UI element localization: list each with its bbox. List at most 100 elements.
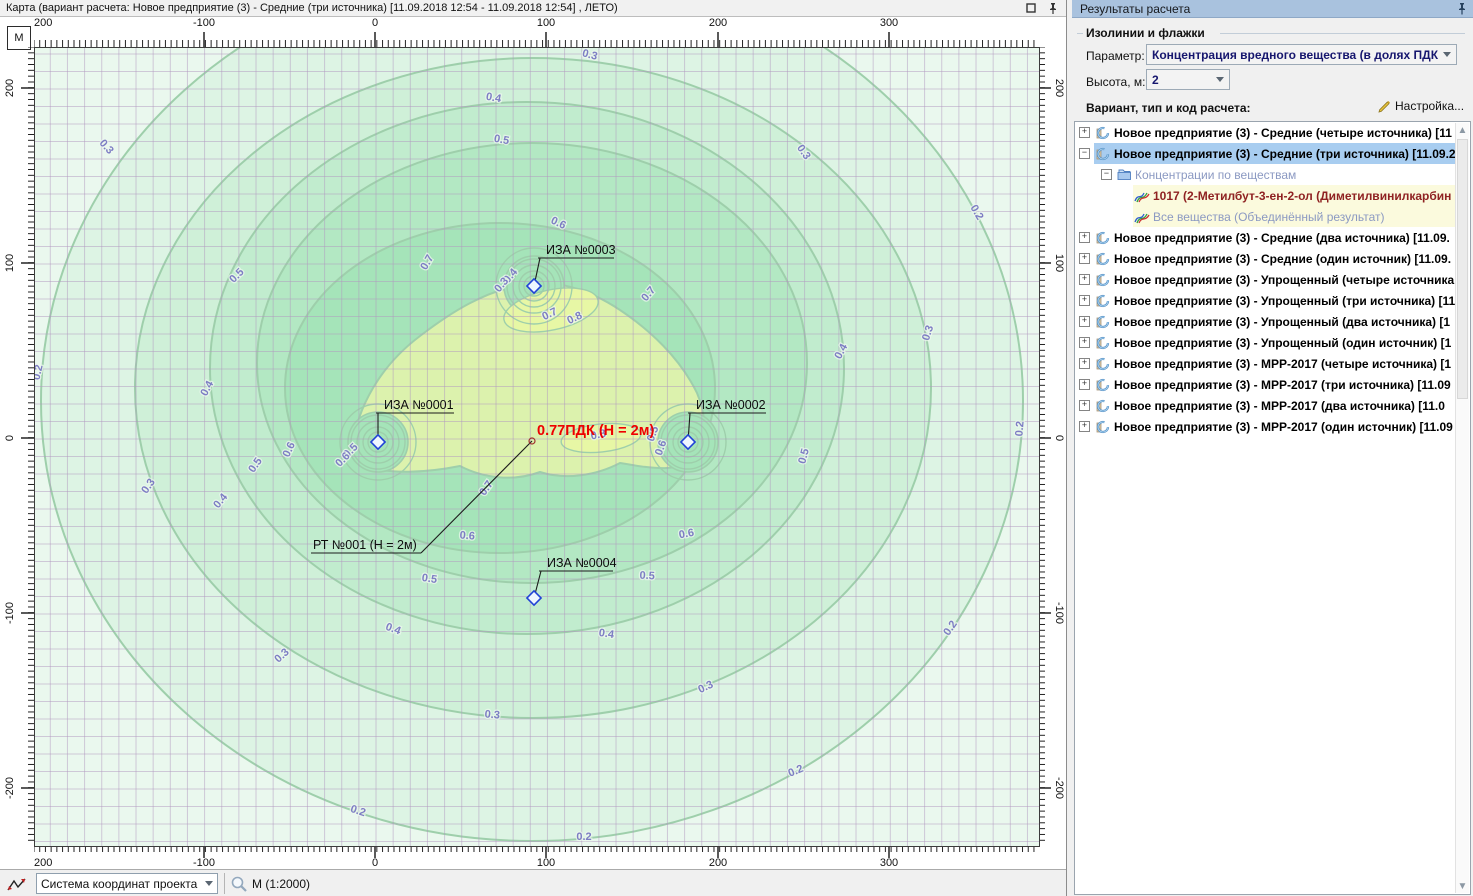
tree-item-band[interactable]: Новое предприятие (3) - Упрощенный (четы… [1094,269,1456,290]
y-tick-label: 100 [4,254,16,272]
tree-item-band[interactable]: Новое предприятие (3) - Средние (три ист… [1094,143,1456,164]
variant-icon [1095,272,1111,288]
tree-item-label: Новое предприятие (3) - Упрощенный (четы… [1114,273,1454,287]
variant-tree: + Новое предприятие (3) - Средние (четыре… [1074,121,1471,895]
tree-item-label: Новое предприятие (3) - Упрощенный (один… [1114,336,1451,350]
tree-item-band[interactable]: Новое предприятие (3) - Упрощенный (один… [1094,332,1456,353]
tree-item-band[interactable]: Новое предприятие (3) - Упрощенный (три … [1094,290,1456,311]
x-tick-label: 200 [34,17,52,29]
expand-icon[interactable]: + [1079,253,1090,264]
variant-icon [1095,230,1111,246]
results-panel-title: Результаты расчета [1080,2,1190,16]
x-tick-label: 200 [709,17,727,29]
svg-text:0.2: 0.2 [576,831,591,843]
map-canvas[interactable]: 0.30.20.30.40.40.50.60.50.40.30.50.60.70… [34,47,1040,847]
tree-item[interactable]: + Новое предприятие (3) - МРР-2017 (один … [1075,416,1470,437]
expand-icon[interactable]: + [1079,337,1090,348]
tree-item-label: Новое предприятие (3) - МРР-2017 (два ис… [1114,399,1445,413]
map-scale-label: М (1:2000) [252,877,310,891]
tree-item[interactable]: + Новое предприятие (3) - МРР-2017 (два и… [1075,395,1470,416]
y-tick-label: 0 [1053,435,1065,441]
x-tick-label: 0 [372,17,378,29]
tree-scrollbar[interactable]: ▲ ▼ [1455,123,1469,893]
tree-item[interactable]: + Новое предприятие (3) - МРР-2017 (три и… [1075,374,1470,395]
tree-item-band[interactable]: Новое предприятие (3) - Средние (два ист… [1094,227,1456,248]
variant-icon [1095,251,1111,267]
x-tick-label: 200 [34,857,52,869]
expand-icon[interactable]: + [1079,295,1090,306]
coord-system-select[interactable]: Система координат проекта [36,873,218,894]
expand-icon[interactable]: + [1079,232,1090,243]
tree-item-band[interactable]: Концентрации по веществам [1116,164,1456,185]
x-tick-label: 100 [537,17,555,29]
tree-item-band[interactable]: Новое предприятие (3) - Упрощенный (два … [1094,311,1456,332]
tree-item-band[interactable]: Новое предприятие (3) - МРР-2017 (один и… [1094,416,1456,437]
map-window-title: Карта (вариант расчета: Новое предприяти… [6,2,1016,14]
receptor-label: РТ №001 (Н = 2м) [313,538,417,552]
expand-icon[interactable]: + [1079,127,1090,138]
results-panel: Результаты расчета Изолинии и флажки Пар… [1072,0,1473,896]
panel-pin-icon[interactable] [1457,2,1467,18]
tree-item-band[interactable]: 1017 (2-Метилбут-3-ен-2-ол (Диметилвинил… [1133,185,1456,206]
scroll-thumb[interactable] [1457,139,1468,399]
max-concentration-flag: 0.77ПДК (Н = 2м) [537,423,654,439]
settings-link[interactable]: Настройка... [1378,99,1464,113]
y-tick-label: 0 [4,435,16,441]
tree-item[interactable]: + Новое предприятие (3) - Средние (четыре… [1075,122,1470,143]
group-variant-title: Вариант, тип и код расчета: [1086,101,1251,115]
tree-item[interactable]: + Новое предприятие (3) - МРР-2017 (четыр… [1075,353,1470,374]
iso-icon [1134,189,1150,203]
source-label: ИЗА №0001 [384,398,454,412]
y-tick-label: -100 [4,602,16,624]
statusbar-separator [224,873,225,894]
tree-item[interactable]: + Новое предприятие (3) - Упрощенный (три… [1075,290,1470,311]
tree-item-band[interactable]: Новое предприятие (3) - Средние (один ис… [1094,248,1456,269]
collapse-icon[interactable]: − [1079,148,1090,159]
chevron-down-icon [205,881,213,886]
param-select[interactable]: Концентрация вредного вещества (в долях … [1146,44,1457,65]
expand-icon[interactable]: + [1079,358,1090,369]
tree-item[interactable]: − Концентрации по веществам [1075,164,1470,185]
expand-icon[interactable]: + [1079,421,1090,432]
expand-icon[interactable]: + [1079,274,1090,285]
y-tick-label: 200 [4,79,16,97]
x-tick-label: -100 [193,857,215,869]
height-select[interactable]: 2 [1146,69,1230,90]
collapse-icon[interactable]: − [1101,169,1112,180]
ruler-left [20,47,34,845]
variant-icon [1095,335,1111,351]
tree-item[interactable]: 1017 (2-Метилбут-3-ен-2-ол (Диметилвинил… [1075,185,1470,206]
restore-icon[interactable] [1024,1,1038,15]
expand-icon[interactable]: + [1079,400,1090,411]
expand-icon[interactable]: + [1079,316,1090,327]
variant-icon [1095,419,1111,435]
pin-icon[interactable] [1046,1,1060,15]
tree-item-label: Новое предприятие (3) - МРР-2017 (три ис… [1114,378,1451,392]
tree-item[interactable]: + Новое предприятие (3) - Упрощенный (два… [1075,311,1470,332]
scroll-up-icon[interactable]: ▲ [1456,123,1469,137]
x-axis-labels-top: 200-1000100200300 [34,17,1038,31]
tree-item[interactable]: − Новое предприятие (3) - Средние (три ис… [1075,143,1470,164]
svg-text:0.5: 0.5 [421,572,438,586]
y-axis-labels-right: 2001000-100-200 [1051,47,1066,845]
tree-item-label: Концентрации по веществам [1135,168,1296,182]
scroll-down-icon[interactable]: ▼ [1456,879,1469,893]
tree-item-band[interactable]: Новое предприятие (3) - Средние (четыре … [1094,122,1456,143]
results-panel-header: Результаты расчета [1072,0,1473,18]
tree-item[interactable]: + Новое предприятие (3) - Средние (два ис… [1075,227,1470,248]
tree-item[interactable]: Все вещества (Объединённый результат) [1075,206,1470,227]
expand-icon[interactable]: + [1079,379,1090,390]
tree-item-label: Новое предприятие (3) - Средние (три ист… [1114,147,1456,161]
svg-text:0.4: 0.4 [598,627,616,641]
tree-item[interactable]: + Новое предприятие (3) - Упрощенный (чет… [1075,269,1470,290]
tree-item-band[interactable]: Новое предприятие (3) - МРР-2017 (четыре… [1094,353,1456,374]
tree-item-band[interactable]: Новое предприятие (3) - МРР-2017 (два ис… [1094,395,1456,416]
tree-item-band[interactable]: Новое предприятие (3) - МРР-2017 (три ис… [1094,374,1456,395]
iso-icon [1134,210,1150,224]
tree-item[interactable]: + Новое предприятие (3) - Упрощенный (оди… [1075,332,1470,353]
tree-item[interactable]: + Новое предприятие (3) - Средние (один и… [1075,248,1470,269]
tree-item-band[interactable]: Все вещества (Объединённый результат) [1133,206,1456,227]
contour-map[interactable]: 0.30.20.30.40.40.50.60.50.40.30.50.60.70… [35,48,1039,846]
group-isolines-title: Изолинии и флажки [1086,26,1205,40]
variant-icon [1095,125,1111,141]
